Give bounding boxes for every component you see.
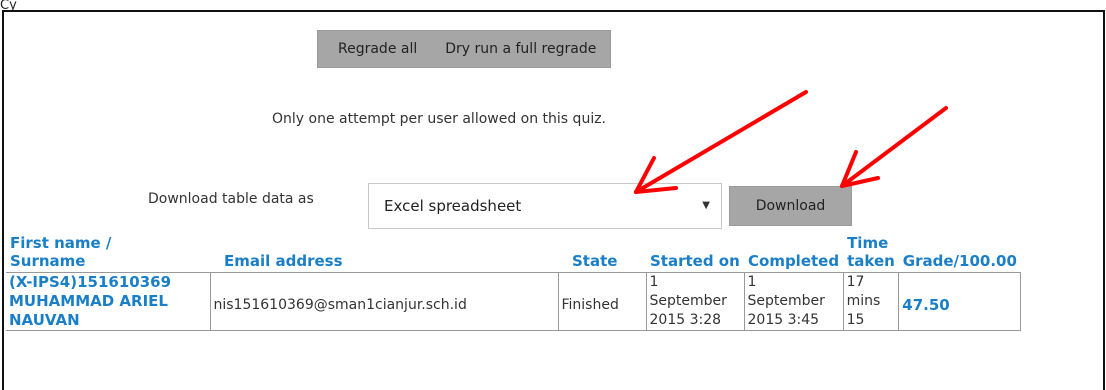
time-line: mins bbox=[846, 293, 881, 309]
regrade-all-button[interactable]: Regrade all bbox=[338, 41, 417, 57]
table-row: (X-IPS4)151610369 MUHAMMAD ARIEL NAUVAN ni… bbox=[6, 272, 1022, 331]
attempt-notice: Only one attempt per user allowed on thi… bbox=[272, 111, 607, 127]
attempts-table: First name / Surname Email address State … bbox=[6, 232, 1022, 331]
completed-cell: 1 September 2015 3:45 bbox=[743, 272, 844, 331]
download-button[interactable]: Download bbox=[729, 186, 852, 226]
completed-line: September bbox=[747, 293, 825, 309]
column-header-started[interactable]: Started on bbox=[646, 232, 744, 273]
header-first-name[interactable]: First name / bbox=[10, 234, 111, 252]
name-line[interactable]: (X-IPS4)151610369 bbox=[9, 273, 171, 291]
column-header-grade[interactable]: Grade/100.00 bbox=[899, 232, 1021, 273]
regrade-toolbar: Regrade all Dry run a full regrade bbox=[317, 30, 612, 68]
time-line: 17 bbox=[846, 274, 865, 290]
top-caption: Cy bbox=[0, 0, 17, 10]
header-surname[interactable]: Surname bbox=[10, 252, 85, 270]
column-header-state: State bbox=[572, 252, 618, 270]
time-taken-cell: 17 mins 15 bbox=[842, 272, 900, 331]
started-line: 1 bbox=[649, 274, 659, 290]
state-cell: Finished bbox=[557, 272, 647, 331]
download-format-select[interactable]: Excel spreadsheet ▼ bbox=[368, 183, 722, 229]
started-cell: 1 September 2015 3:28 bbox=[645, 272, 745, 331]
name-line[interactable]: NAUVAN bbox=[9, 311, 80, 329]
started-line: September bbox=[649, 293, 727, 309]
name-line[interactable]: MUHAMMAD ARIEL bbox=[9, 292, 168, 310]
email-cell: nis151610369@sman1cianjur.sch.id bbox=[209, 272, 559, 331]
download-label: Download table data as bbox=[148, 191, 314, 207]
header-time: Time bbox=[847, 234, 889, 252]
chevron-down-icon: ▼ bbox=[702, 200, 710, 211]
column-header-completed[interactable]: Completed bbox=[744, 232, 843, 273]
completed-line: 2015 3:45 bbox=[747, 312, 820, 328]
dry-run-regrade-button[interactable]: Dry run a full regrade bbox=[445, 41, 596, 57]
column-header-time[interactable]: Time taken bbox=[843, 232, 899, 273]
completed-line: 1 bbox=[747, 274, 757, 290]
download-format-value: Excel spreadsheet bbox=[384, 197, 522, 215]
grade-link[interactable]: 47.50 bbox=[898, 272, 1022, 331]
header-taken: taken bbox=[847, 252, 895, 270]
student-name-link[interactable]: (X-IPS4)151610369 MUHAMMAD ARIEL NAUVAN bbox=[6, 272, 211, 331]
column-header-email[interactable]: Email address bbox=[210, 232, 558, 273]
started-line: 2015 3:28 bbox=[649, 312, 722, 328]
column-header-name[interactable]: First name / Surname bbox=[6, 232, 210, 273]
time-line: 15 bbox=[846, 312, 865, 328]
table-header-row: First name / Surname Email address State … bbox=[6, 232, 1021, 273]
